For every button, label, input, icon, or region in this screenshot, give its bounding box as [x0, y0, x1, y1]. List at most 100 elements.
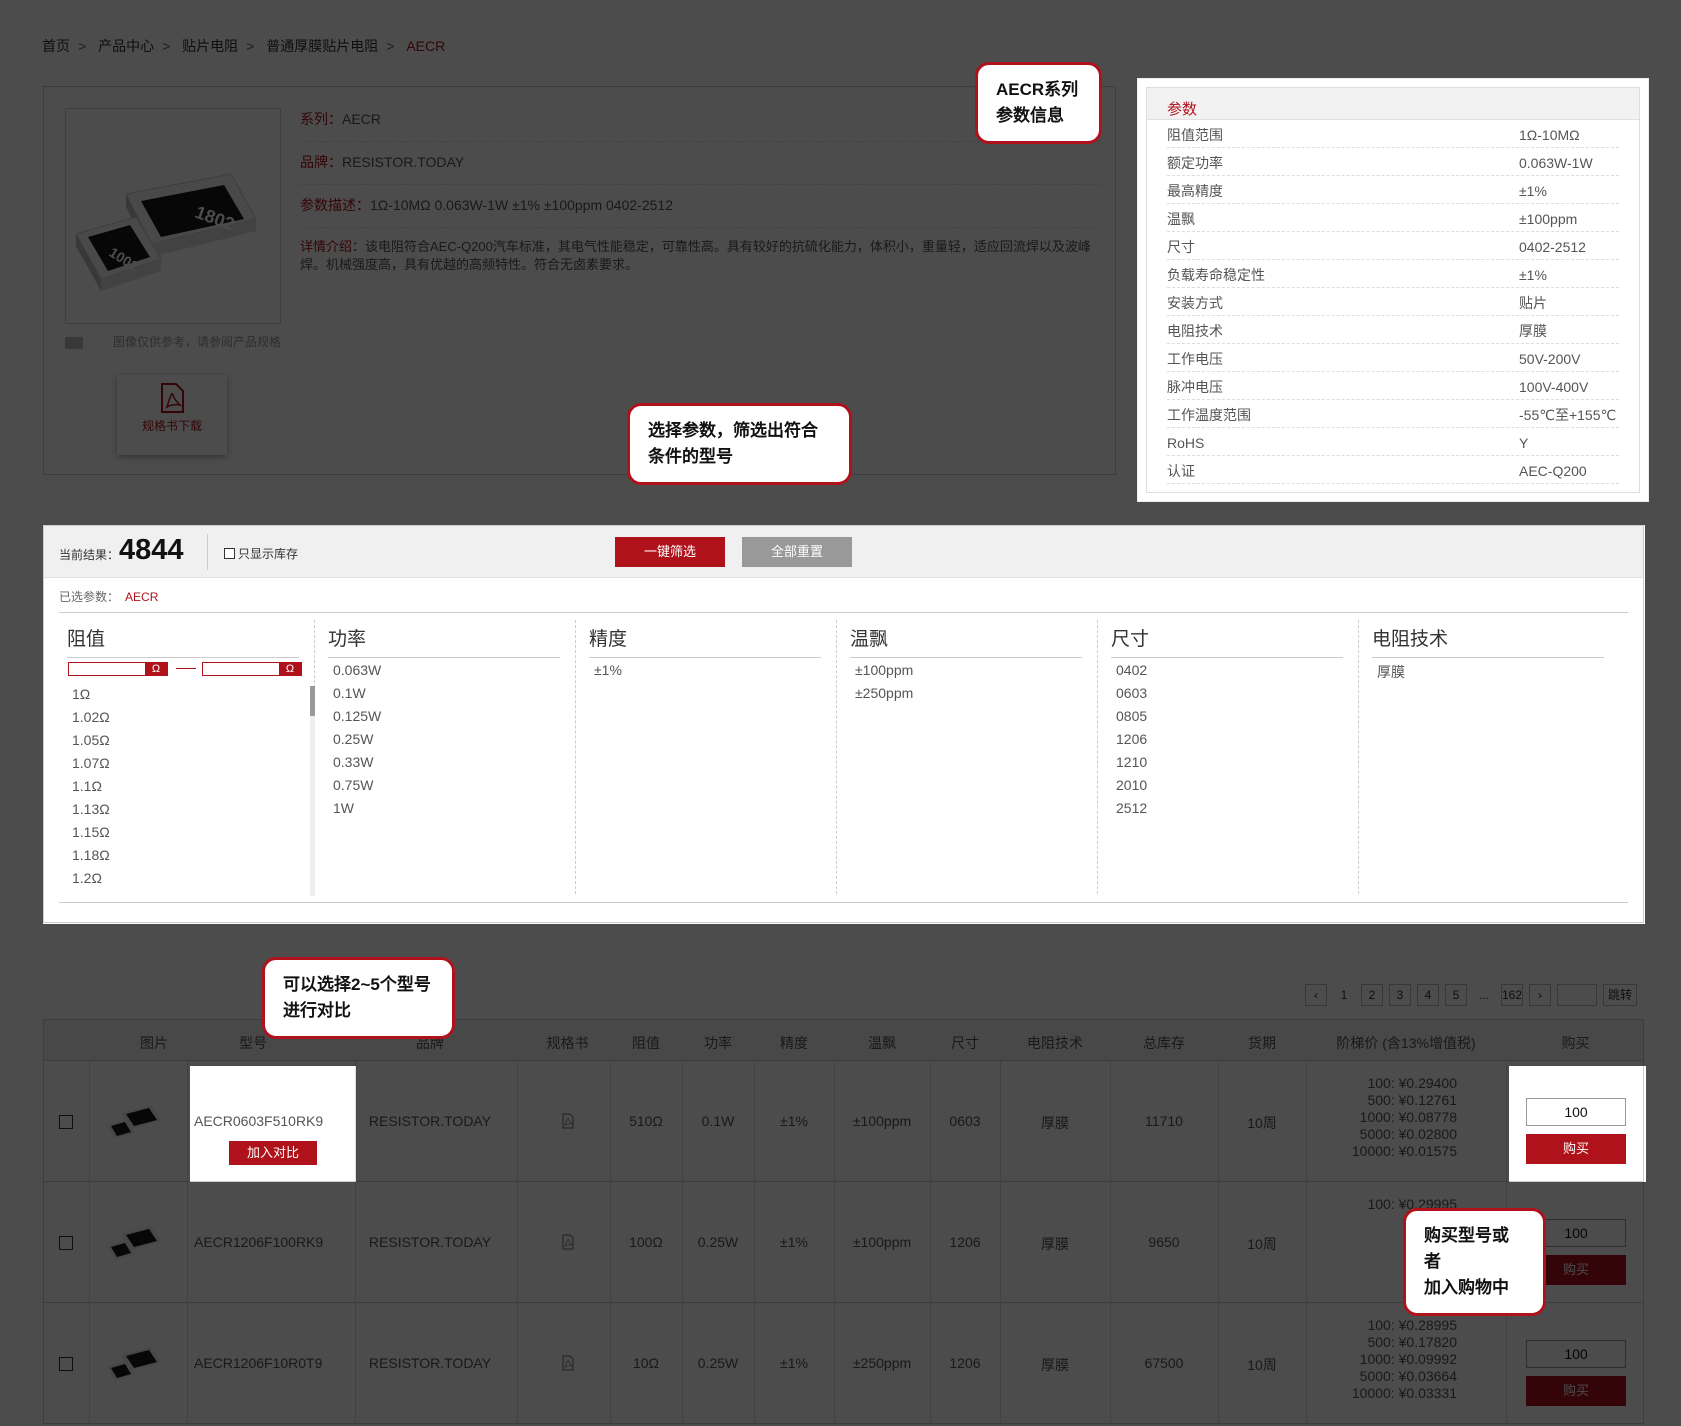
filter-option[interactable]: 1210	[1116, 754, 1147, 777]
quantity-input[interactable]: 100	[1526, 1098, 1626, 1126]
filter-option[interactable]: 0.33W	[333, 754, 381, 777]
param-key: 温飘	[1167, 211, 1195, 227]
breadcrumb-current: AECR	[406, 38, 446, 54]
breadcrumb-products[interactable]: 产品中心	[98, 38, 154, 54]
range-min-input[interactable]: Ω	[68, 662, 168, 676]
filter-option[interactable]: 1.15Ω	[72, 824, 110, 847]
stock-only-checkbox[interactable]: 只显示库存	[224, 545, 298, 562]
filter-option[interactable]: 0.75W	[333, 777, 381, 800]
column-header[interactable]: 总库存	[1110, 1033, 1218, 1053]
row-checkbox[interactable]	[59, 1115, 73, 1129]
column-header[interactable]: 精度	[754, 1033, 834, 1053]
page-button[interactable]: 2	[1361, 984, 1383, 1006]
breadcrumb-thick-film[interactable]: 普通厚膜贴片电阻	[266, 38, 378, 54]
overlay-mask	[1649, 78, 1681, 525]
filter-option[interactable]: 0.1W	[333, 685, 381, 708]
row-checkbox[interactable]	[59, 1357, 73, 1371]
breadcrumb-chip-resistor[interactable]: 贴片电阻	[182, 38, 238, 54]
cell-divider	[89, 1061, 90, 1181]
cell-stock: 9650	[1148, 1234, 1180, 1250]
filter-column-title: 精度	[589, 624, 821, 658]
page-button[interactable]: 4	[1417, 984, 1439, 1006]
table-row: AECR1206F10R0T9 RESISTOR.TODAY 10Ω 0.25W ±1%…	[43, 1303, 1644, 1424]
tier-price: 500: ¥0.12761	[1367, 1092, 1457, 1108]
filter-option[interactable]: 1Ω	[72, 686, 110, 709]
prev-page-button[interactable]: ‹	[1305, 984, 1327, 1006]
breadcrumb-home[interactable]: 首页	[42, 38, 70, 54]
cell-divider	[1506, 1061, 1507, 1181]
buy-button[interactable]: 购买	[1526, 1376, 1626, 1406]
page-button[interactable]: 5	[1445, 984, 1467, 1006]
apply-filter-button[interactable]: 一键筛选	[615, 537, 725, 567]
column-header: 购买	[1561, 1035, 1590, 1051]
product-thumbnail	[107, 1226, 161, 1260]
filter-option[interactable]: 1.07Ω	[72, 755, 110, 778]
spec-sheet-icon[interactable]	[525, 1355, 610, 1374]
param-value: 0402-2512	[1519, 239, 1586, 255]
cell-res: 510Ω	[629, 1113, 663, 1129]
cell-size: 1206	[949, 1355, 981, 1371]
filter-column-title: 功率	[328, 624, 560, 658]
filter-option[interactable]: ±100ppm	[855, 662, 913, 685]
filter-option[interactable]: 1.13Ω	[72, 801, 110, 824]
callout-compare: 可以选择2~5个型号 进行对比	[262, 957, 455, 1039]
filter-option[interactable]: 1W	[333, 800, 381, 823]
filter-option[interactable]: ±1%	[594, 662, 622, 685]
overlay-mask	[1646, 1066, 1681, 1182]
cell-divider	[517, 1303, 518, 1423]
filter-column: 电阻技术 厚膜	[1359, 620, 1620, 894]
filter-option[interactable]: 0402	[1116, 662, 1147, 685]
filter-option[interactable]: 1.18Ω	[72, 847, 110, 870]
filter-option[interactable]: 0.125W	[333, 708, 381, 731]
cell-size: 1206	[949, 1234, 981, 1250]
cell-divider	[89, 1303, 90, 1423]
quantity-input[interactable]: 100	[1526, 1340, 1626, 1368]
column-header[interactable]: 尺寸	[930, 1033, 1000, 1053]
column-header[interactable]: 电阻技术	[1000, 1033, 1110, 1053]
page-jump-button[interactable]: 跳转	[1603, 984, 1637, 1006]
filter-option[interactable]: 0.25W	[333, 731, 381, 754]
filter-option[interactable]: 1206	[1116, 731, 1147, 754]
column-header[interactable]: 阻值	[610, 1033, 682, 1053]
filter-option[interactable]: 0.063W	[333, 662, 381, 685]
filter-option[interactable]: 2010	[1116, 777, 1147, 800]
page-button[interactable]: 162	[1501, 984, 1523, 1006]
param-key: 负载寿命稳定性	[1167, 267, 1265, 283]
range-max-input[interactable]: Ω	[202, 662, 302, 676]
tier-price: 10000: ¥0.03331	[1351, 1385, 1457, 1401]
filter-option[interactable]: 0603	[1116, 685, 1147, 708]
filter-option[interactable]: 2512	[1116, 800, 1147, 823]
selected-param-tag[interactable]: AECR	[125, 590, 158, 604]
column-header[interactable]: 温飘	[834, 1033, 930, 1053]
column-header[interactable]: 货期	[1218, 1033, 1306, 1053]
page-jump-input[interactable]	[1557, 984, 1597, 1006]
spec-sheet-icon[interactable]	[525, 1234, 610, 1253]
filter-option[interactable]: 0805	[1116, 708, 1147, 731]
column-header[interactable]: 功率	[682, 1033, 754, 1053]
spec-download-button[interactable]: 规格书下载	[117, 375, 227, 455]
param-value: 0.063W-1W	[1519, 155, 1593, 171]
next-page-button[interactable]: ›	[1529, 984, 1551, 1006]
filter-option[interactable]: ±250ppm	[855, 685, 913, 708]
row-checkbox[interactable]	[59, 1236, 73, 1250]
tier-price[interactable]: 5000: ¥0.03664	[1284, 1368, 1457, 1385]
filter-option[interactable]: 1.2Ω	[72, 870, 110, 893]
buy-button[interactable]: 购买	[1526, 1134, 1626, 1164]
spec-sheet-icon[interactable]	[525, 1113, 610, 1132]
filter-option[interactable]: 1.05Ω	[72, 732, 110, 755]
filter-column: 功率 0.063W 0.1W 0.125W 0.25W 0.33W 0.75W 1W	[315, 620, 576, 894]
filter-option[interactable]: 1.1Ω	[72, 778, 110, 801]
image-note: 图像仅供参考，请参阅产品规格	[65, 333, 281, 350]
pdf-icon	[161, 383, 184, 413]
param-key: 额定功率	[1167, 155, 1223, 171]
filter-option[interactable]: 1.02Ω	[72, 709, 110, 732]
tier-price[interactable]: 5000: ¥0.02800	[1284, 1126, 1457, 1143]
page-button[interactable]: 3	[1389, 984, 1411, 1006]
page-button[interactable]: 1	[1333, 984, 1355, 1006]
reset-filter-button[interactable]: 全部重置	[742, 537, 852, 567]
add-compare-button[interactable]: 加入对比	[229, 1141, 317, 1165]
breadcrumb-sep: >	[162, 38, 171, 54]
filter-option[interactable]: 厚膜	[1377, 662, 1405, 685]
cell-size: 0603	[949, 1113, 981, 1129]
param-key: 脉冲电压	[1167, 379, 1223, 395]
